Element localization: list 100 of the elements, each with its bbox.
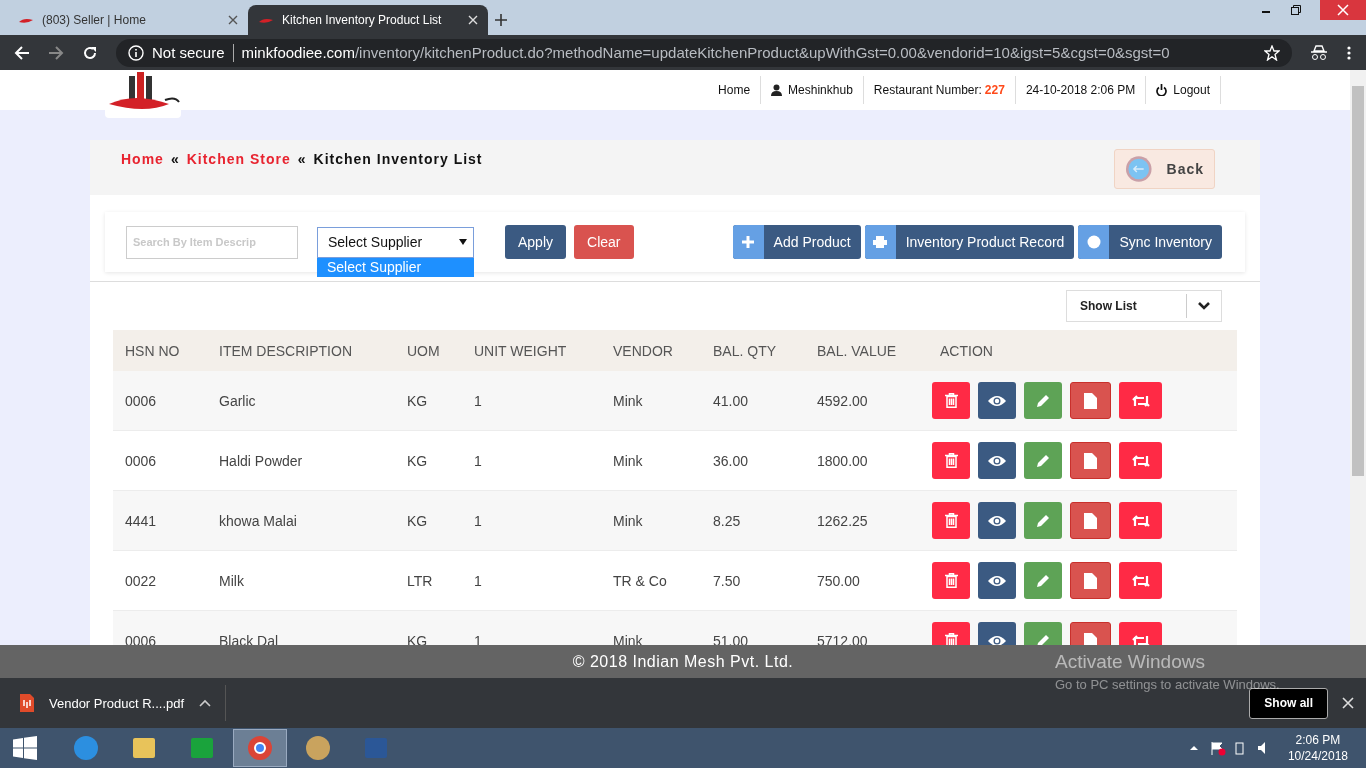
table-cell-text: 1 [473, 392, 483, 409]
retweet-icon [1131, 574, 1150, 587]
star-icon[interactable] [1264, 44, 1280, 61]
table-cell-text: KG [406, 632, 429, 645]
delete-button[interactable] [932, 382, 970, 419]
table-cell-text: 0006 [124, 632, 158, 645]
record-button[interactable]: Inventory Product Record [864, 225, 1075, 259]
file-icon [1084, 392, 1097, 409]
column-header: BAL. QTY [712, 342, 778, 359]
delete-button[interactable] [932, 502, 970, 539]
table-cell-text: 8.25 [712, 512, 742, 529]
column-header: UOM [406, 342, 441, 359]
forward-arrow-icon[interactable] [48, 44, 64, 61]
taskbar-app[interactable] [233, 729, 287, 767]
restore-icon[interactable] [1290, 4, 1302, 16]
edit-button[interactable] [1024, 382, 1062, 419]
retweet-button[interactable] [1119, 382, 1162, 419]
breadcrumb-link[interactable]: Kitchen Store [186, 151, 291, 167]
table-cell-text: Mink [612, 452, 644, 469]
back-arrow-icon[interactable] [14, 44, 30, 61]
retweet-button[interactable] [1119, 502, 1162, 539]
breadcrumb-separator: « [297, 151, 307, 167]
document-button[interactable] [1070, 562, 1111, 599]
edit-button[interactable] [1024, 442, 1062, 479]
date-time: 24-10-2018 2:06 PM [1015, 76, 1147, 104]
table-cell-text: KG [406, 452, 429, 469]
document-button[interactable] [1070, 502, 1111, 539]
table-cell-text: Black Dal [218, 632, 280, 645]
apply-button[interactable]: Apply [505, 225, 567, 259]
table-cell-text: 36.00 [712, 452, 750, 469]
home-link[interactable]: Home [708, 76, 762, 104]
delete-button[interactable] [932, 442, 970, 479]
view-button[interactable] [978, 562, 1016, 599]
view-button[interactable] [978, 382, 1016, 419]
edit-button[interactable] [1024, 562, 1062, 599]
table-cell-text: 750.00 [816, 572, 861, 589]
scrollbar[interactable] [1350, 70, 1366, 645]
retweet-button[interactable] [1119, 442, 1162, 479]
retweet-button[interactable] [1119, 562, 1162, 599]
table-cell-text: 4441 [124, 512, 158, 529]
reload-icon[interactable] [82, 44, 98, 61]
clock-date: 10/24/2018 [1287, 748, 1348, 764]
user-icon [771, 84, 783, 96]
new-tab-icon[interactable] [494, 13, 508, 27]
document-button[interactable] [1070, 382, 1111, 419]
table-cell-text: TR & Co [612, 572, 668, 589]
trash-icon [944, 573, 958, 588]
retweet-icon [1131, 394, 1150, 407]
printer-icon [873, 236, 888, 248]
clear-button[interactable]: Clear [574, 225, 634, 259]
browser-icon [245, 733, 275, 763]
table-cell-text: 5712.00 [816, 632, 869, 645]
table-cell-text: Mink [612, 632, 644, 645]
supplier-dropdown[interactable]: Select Supplier [317, 226, 474, 258]
table-cell-text: khowa Malai [218, 512, 298, 529]
column-header: BAL. VALUE [816, 342, 898, 359]
pencil-icon [1036, 513, 1050, 528]
security-label: Not secure [152, 44, 225, 61]
breadcrumb-link[interactable]: Home [121, 151, 164, 167]
retweet-icon [1131, 514, 1150, 527]
eye-icon [988, 454, 1006, 467]
table-cell-text: 1 [473, 632, 483, 645]
clock-time: 2:06 PM [1295, 732, 1341, 748]
eye-icon [988, 394, 1006, 407]
eye-icon [988, 634, 1006, 645]
browser-tab[interactable]: (803) Seller | Home [8, 5, 248, 35]
file-icon [1084, 452, 1097, 469]
close-window-button[interactable] [1320, 0, 1366, 20]
view-button[interactable] [978, 502, 1016, 539]
pencil-icon [1036, 453, 1050, 468]
trash-icon [944, 513, 958, 528]
activation-title: Activate Windows [1055, 651, 1206, 673]
edit-button[interactable] [1024, 502, 1062, 539]
logout-link[interactable]: Logout [1146, 76, 1221, 104]
browser-tab[interactable]: Kitchen Inventory Product List [248, 5, 488, 35]
table-cell-text: KG [406, 392, 429, 409]
close-icon[interactable] [228, 15, 238, 25]
retweet-icon [1131, 634, 1150, 645]
show-list-dropdown[interactable]: Show List [1066, 290, 1222, 322]
restaurant-number: 227 [984, 83, 1005, 97]
add-product-button[interactable]: Add Product [732, 225, 861, 259]
username: Meshinkhub [788, 83, 853, 97]
menu-icon[interactable] [1346, 44, 1352, 61]
pencil-icon [1036, 393, 1050, 408]
table-cell-text: 51.00 [712, 632, 750, 645]
back-button[interactable]: Back [1114, 149, 1215, 189]
table-cell-text: Milk [218, 572, 245, 589]
view-button[interactable] [978, 442, 1016, 479]
table-cell-text: Garlic [218, 392, 257, 409]
windows-start-icon[interactable] [13, 736, 37, 760]
pdf-file-icon [20, 694, 34, 712]
eye-icon [988, 514, 1006, 527]
info-icon [128, 44, 144, 61]
chevron-up-icon[interactable] [199, 699, 212, 707]
document-button[interactable] [1070, 442, 1111, 479]
address-bar[interactable]: Not secure minkfoodiee.com/inventory/kitchenProduct.do?methodName=updateKitchenProduct&upWithGst=0.00&vendorid=10&igst=5&cgst=0&sgst=0 [116, 38, 1292, 67]
file-icon [1084, 572, 1097, 589]
incognito-icon[interactable] [1310, 44, 1328, 61]
sync-button[interactable]: Sync Inventory [1078, 225, 1222, 259]
delete-button[interactable] [932, 562, 970, 599]
